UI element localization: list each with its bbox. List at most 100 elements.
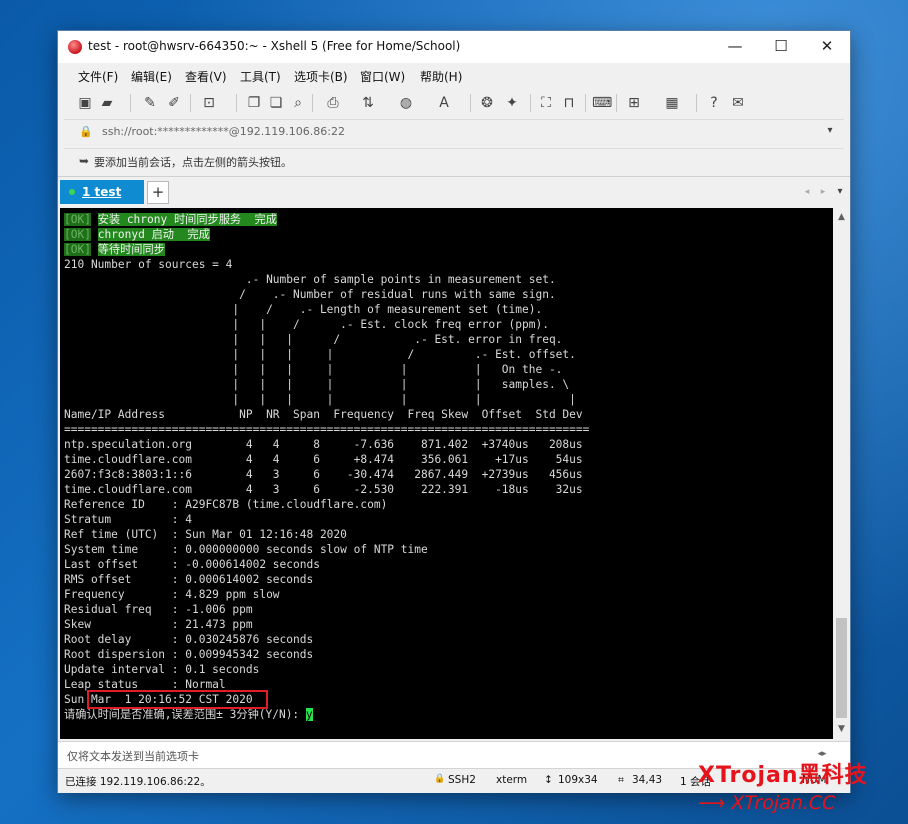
toolbar-separator <box>530 94 531 112</box>
new-session-icon[interactable]: ▣ <box>77 95 93 111</box>
terminal-line: Last offset : -0.000614002 seconds <box>64 558 320 571</box>
toolbar-separator <box>696 94 697 112</box>
lock-icon: 🔒 <box>79 125 93 138</box>
terminal-line: | | | | | | | <box>64 393 576 406</box>
disconnect-icon[interactable]: ✐ <box>166 95 182 111</box>
hint-text: 要添加当前会话，点击左侧的箭头按钮。 <box>94 156 292 169</box>
tab-list-icon[interactable]: ▾ <box>832 184 848 200</box>
terminal-line: .- Number of sample points in measuremen… <box>64 273 556 286</box>
new-tab-icon[interactable]: ⊞ <box>626 95 642 111</box>
xftp-icon[interactable]: ❂ <box>479 95 495 111</box>
xshell-window: test - root@hwsrv-664350:~ - Xshell 5 (F… <box>58 31 850 793</box>
tab-scroll-right-icon[interactable]: ▸ <box>815 184 831 200</box>
terminal-line: | | | / .- Est. error in freq. <box>64 333 563 346</box>
font-icon[interactable]: A <box>436 95 452 111</box>
toolbar-separator <box>470 94 471 112</box>
print-icon[interactable]: ⎙ <box>325 95 341 111</box>
terminal-line: ntp.speculation.org 4 4 8 -7.636 871.402… <box>64 438 583 451</box>
toolbar-separator <box>190 94 191 112</box>
terminal-line: 2607:f3c8:3803:1::6 4 3 6 -30.474 2867.4… <box>64 468 583 481</box>
terminal-line: Stratum : 4 <box>64 513 192 526</box>
keyboard-icon[interactable]: ⌨ <box>592 95 612 111</box>
arrow-icon: ⟶ <box>698 792 732 814</box>
terminal-ok-line: [OK] 安装 chrony 时间同步服务 完成 <box>64 213 277 226</box>
menu-tab[interactable]: 选项卡(B) <box>294 68 348 85</box>
watermark-brand: XTrojan黑科技 <box>698 763 868 788</box>
terminal-line: 210 Number of sources = 4 <box>64 258 233 271</box>
close-button[interactable]: ✕ <box>804 31 850 63</box>
terminal-ok-line: [OK] 等待时间同步 <box>64 243 165 256</box>
terminal-line: RMS offset : 0.000614002 seconds <box>64 573 314 586</box>
fullscreen-icon[interactable]: ⛶ <box>538 95 554 111</box>
menu-tools[interactable]: 工具(T) <box>240 68 281 85</box>
reconnect-icon[interactable]: ✎ <box>142 95 158 111</box>
vertical-scrollbar[interactable]: ▲ ▼ <box>833 208 850 739</box>
cursor-position-status: 34,43 <box>632 774 663 786</box>
cursor-pos-icon: ⌗ <box>618 774 624 786</box>
size-icon: ↕ <box>544 774 553 786</box>
maximize-button[interactable]: ☐ <box>758 31 804 63</box>
lock-icon[interactable]: ⊓ <box>561 95 577 111</box>
terminal-line: | | / .- Est. clock freq error (ppm). <box>64 318 549 331</box>
help-icon[interactable]: ? <box>706 95 722 111</box>
minimize-button[interactable]: — <box>712 31 758 63</box>
terminal-line: | / .- Length of measurement set (time). <box>64 303 543 316</box>
terminal-line: / .- Number of residual runs with same s… <box>64 288 556 301</box>
terminal-ok-line: [OK] chronyd 启动 完成 <box>64 228 210 241</box>
terminal-line: Frequency : 4.829 ppm slow <box>64 588 280 601</box>
terminal-line: ========================================… <box>64 423 590 436</box>
copy-icon[interactable]: ❐ <box>246 95 262 111</box>
globe-icon[interactable]: ◍ <box>398 95 414 111</box>
window-title: test - root@hwsrv-664350:~ - Xshell 5 (F… <box>88 39 461 53</box>
terminal-line: Name/IP Address NP NR Span Frequency Fre… <box>64 408 583 421</box>
terminal-type-status: xterm <box>496 774 528 786</box>
tab-test[interactable]: 1 test <box>60 180 144 204</box>
menu-help[interactable]: 帮助(H) <box>420 68 462 85</box>
terminal-line: | | | | | | On the -. <box>64 363 563 376</box>
transfer-icon[interactable]: ⇅ <box>360 95 376 111</box>
connected-status-icon <box>69 189 75 195</box>
scroll-up-arrow-icon[interactable]: ▲ <box>833 212 850 222</box>
terminal-line: | | | | | | samples. \ <box>64 378 570 391</box>
script-icon[interactable]: ✦ <box>504 95 520 111</box>
menu-edit[interactable]: 编辑(E) <box>131 68 172 85</box>
layout-icon[interactable]: ▦ <box>664 95 680 111</box>
address-bar[interactable]: 🔒 ssh://root:*************@192.119.106.8… <box>64 119 844 144</box>
toolbar-separator <box>236 94 237 112</box>
title-bar[interactable]: test - root@hwsrv-664350:~ - Xshell 5 (F… <box>58 31 850 63</box>
add-tab-button[interactable]: + <box>147 181 169 204</box>
menu-view[interactable]: 查看(V) <box>185 68 227 85</box>
terminal-line: System time : 0.000000000 seconds slow o… <box>64 543 428 556</box>
toolbar-separator <box>312 94 313 112</box>
address-field[interactable]: ssh://root:*************@192.119.106.86:… <box>102 125 345 138</box>
paste-icon[interactable]: ❏ <box>268 95 284 111</box>
terminal-line: | | | | / .- Est. offset. <box>64 348 576 361</box>
toolbar-separator <box>585 94 586 112</box>
toolbar-separator <box>130 94 131 112</box>
arrow-icon[interactable]: ➥ <box>76 153 92 169</box>
send-input[interactable]: 仅将文本发送到当前选项卡 <box>67 748 199 764</box>
terminal-line: Root delay : 0.030245876 seconds <box>64 633 314 646</box>
open-folder-icon[interactable]: ▰ <box>99 95 115 111</box>
find-icon[interactable]: ⌕ <box>290 95 306 111</box>
menu-file[interactable]: 文件(F) <box>78 68 118 85</box>
properties-icon[interactable]: ⊡ <box>201 95 217 111</box>
toolbar-separator <box>616 94 617 112</box>
terminal-line: Update interval : 0.1 seconds <box>64 663 260 676</box>
chevron-down-icon[interactable]: ▾ <box>822 123 838 139</box>
terminal-line: Ref time (UTC) : Sun Mar 01 12:16:48 202… <box>64 528 347 541</box>
terminal[interactable]: [OK] 安装 chrony 时间同步服务 完成 [OK] chronyd 启动… <box>60 208 833 739</box>
connection-status: 已连接 192.119.106.86:22。 <box>65 776 211 788</box>
menu-window[interactable]: 窗口(W) <box>360 68 405 85</box>
hint-bar: ➥ 要添加当前会话，点击左侧的箭头按钮。 <box>64 148 844 173</box>
tab-scroll-left-icon[interactable]: ◂ <box>799 184 815 200</box>
terminal-cursor[interactable]: y <box>305 708 313 721</box>
terminal-line: Skew : 21.473 ppm <box>64 618 253 631</box>
terminal-line: Reference ID : A29FC87B (time.cloudflare… <box>64 498 388 511</box>
xshell-app-icon <box>68 40 82 54</box>
scrollbar-thumb[interactable] <box>836 618 847 718</box>
terminal-line: time.cloudflare.com 4 3 6 -2.530 222.391… <box>64 483 583 496</box>
toolbar: ▣ ▰ ✎ ✐ ⊡ ❐ ❏ ⌕ ⎙ ⇅ ◍ A ❂ ✦ ⛶ ⊓ ⌨ ⊞ ▦ ? … <box>58 88 850 118</box>
chat-icon[interactable]: ✉ <box>730 95 746 111</box>
scroll-down-arrow-icon[interactable]: ▼ <box>833 724 850 734</box>
